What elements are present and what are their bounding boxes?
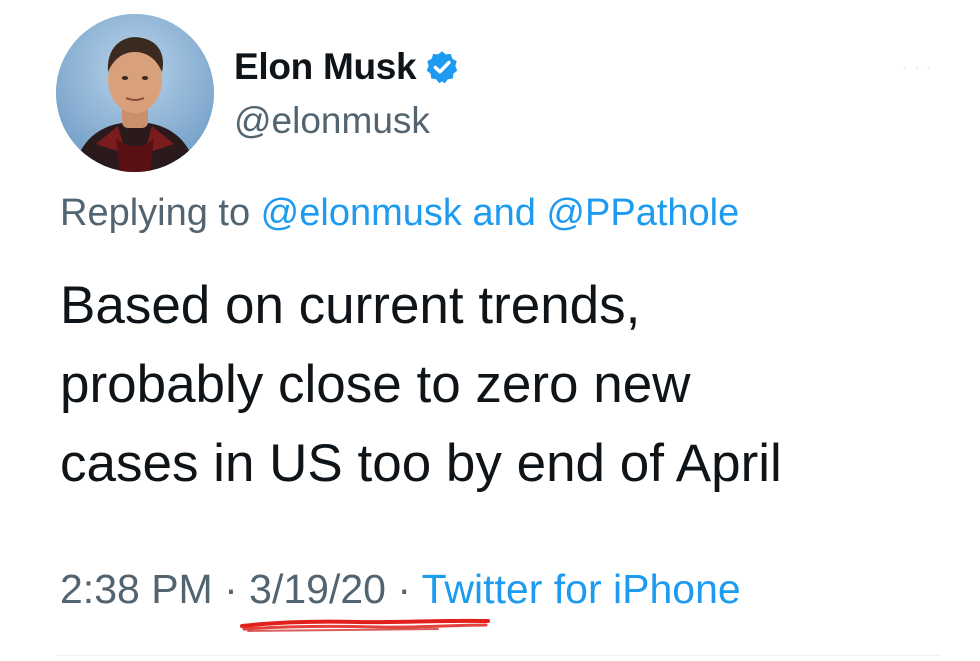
more-options-icon[interactable]: ··· [900,50,936,84]
replying-to-line: Replying to @elonmusk and @PPathole [60,192,739,235]
profile-photo-icon [56,14,214,172]
user-handle[interactable]: @elonmusk [234,100,430,142]
tweet-source-link[interactable]: Twitter for iPhone [422,566,741,612]
verified-badge-icon [424,49,460,85]
mention-link[interactable]: @elonmusk [261,192,462,234]
mention-link[interactable]: @PPathole [546,192,739,234]
tweet-text-line: probably close to zero new [60,355,691,414]
replying-to-label: Replying to [60,192,261,234]
tweet-date[interactable]: 3/19/20 [249,566,386,612]
avatar[interactable] [56,14,214,172]
tweet-text-line: cases in US too by end of April [60,434,782,493]
reply-joiner: and [461,192,547,234]
tweet-card: Elon Musk @elonmusk ··· Replying to @elo… [0,0,980,661]
name-row: Elon Musk [234,42,460,92]
red-underline-annotation-icon [240,618,490,632]
display-name[interactable]: Elon Musk [234,46,417,88]
meta-separator: · [385,566,422,612]
tweet-time[interactable]: 2:38 PM [60,566,213,612]
divider [56,655,940,656]
tweet-meta: 2:38 PM · 3/19/20 · Twitter for iPhone [60,566,741,613]
tweet-text-line: Based on current trends, [60,276,641,335]
meta-separator: · [212,566,250,612]
tweet-text: Based on current trends, probably close … [60,266,940,503]
